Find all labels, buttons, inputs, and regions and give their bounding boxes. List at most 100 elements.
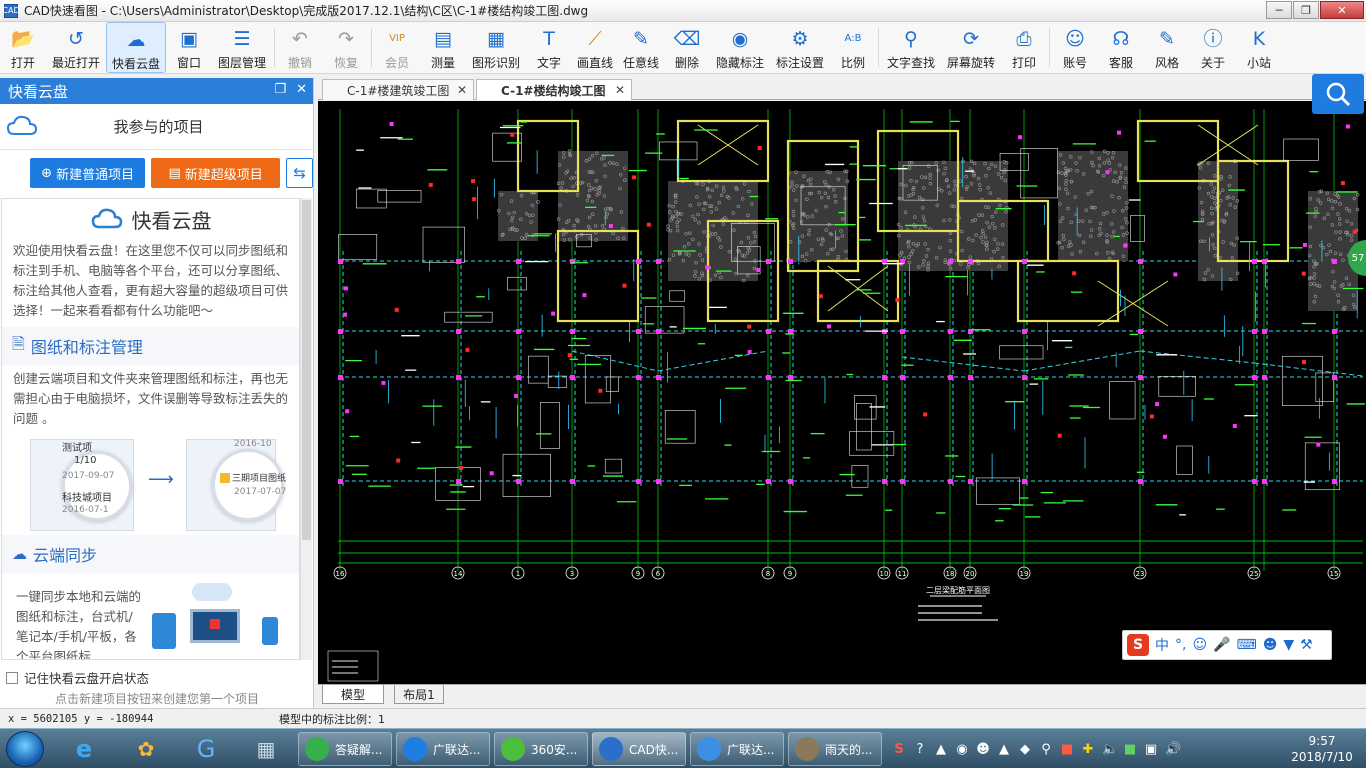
cloud-intro-scroll-area[interactable]: 快看云盘 欢迎使用快看云盘！在这里您不仅可以同步图纸和标注到手机、电脑等各个平台…	[1, 198, 300, 660]
cloud-panel: 快看云盘 ❐ ✕ 我参与的项目 ⊕ 新建普通项目 ▤ 新建超级项目 ⇆ 快看云盘…	[0, 78, 314, 708]
speaker-tray-icon[interactable]: 🔈	[1102, 742, 1118, 757]
search-button[interactable]	[1312, 74, 1364, 114]
toolbar-k-station-button[interactable]: K 小站	[1236, 22, 1282, 73]
toolbar-style-button[interactable]: ✎ 风格	[1144, 22, 1190, 73]
headset-icon: ☊	[1112, 27, 1130, 50]
plan-title: 二层梁配筋平面图	[926, 585, 990, 595]
start-button[interactable]	[6, 731, 44, 767]
emoji-icon[interactable]: ☺	[1192, 637, 1207, 653]
tab-close-icon[interactable]: ✕	[457, 83, 467, 97]
tray-expand-icon[interactable]: ▲	[934, 742, 948, 757]
toolbar-line-button[interactable]: ⟋ 画直线	[572, 22, 618, 73]
calculator-icon[interactable]: ▦	[244, 733, 288, 765]
search-tray-icon[interactable]: ⚲	[1039, 742, 1053, 757]
skin-shirt-icon[interactable]: ▼	[1283, 637, 1294, 653]
tab-structure-drawing[interactable]: C-1#楼结构竣工图 ✕	[476, 79, 632, 100]
panel-close-icon[interactable]: ✕	[296, 82, 307, 97]
sync-icon: ⇆	[293, 164, 306, 182]
toolbar-history-button[interactable]: ↺ 最近打开	[46, 22, 106, 73]
colorful-app-icon[interactable]: ✿	[124, 733, 168, 765]
volume-tray-icon[interactable]: 🔊	[1165, 742, 1181, 757]
grid-node	[1138, 259, 1143, 264]
tab-close-icon[interactable]: ✕	[615, 83, 625, 97]
cad-tray-icon[interactable]: ■	[1060, 742, 1074, 757]
section-cloud-sync: ☁ 云端同步	[2, 535, 299, 573]
task-label: 360安...	[531, 742, 578, 757]
sogou-tray-icon[interactable]: S	[892, 742, 906, 757]
toolbar-undo-button[interactable]: ↶ 撤销	[277, 22, 323, 73]
grid-node	[1138, 329, 1143, 334]
ime-punctuation[interactable]: °,	[1175, 637, 1186, 653]
plus-tray-icon[interactable]: ✚	[1081, 742, 1095, 757]
column-marker	[396, 458, 401, 463]
ie-icon[interactable]: e	[62, 733, 106, 765]
display-tray-icon[interactable]: ▣	[1144, 742, 1158, 757]
new-normal-project-button[interactable]: ⊕ 新建普通项目	[30, 158, 146, 188]
grid-bubble-label: 10	[880, 570, 889, 578]
close-button[interactable]: ✕	[1320, 1, 1364, 19]
toolbar-label: 画直线	[576, 56, 613, 70]
taskbar-task[interactable]: 答疑解...	[298, 732, 392, 766]
new-super-project-button[interactable]: ▤ 新建超级项目	[151, 158, 281, 188]
toolbar-ruler-button[interactable]: ▤ 测量	[420, 22, 466, 73]
toolbar-eye-hide-button[interactable]: ◉ 隐藏标注	[710, 22, 770, 73]
task-app-icon	[305, 737, 329, 761]
ime-language[interactable]: 中	[1155, 635, 1169, 655]
sync-button[interactable]: ⇆	[286, 158, 313, 188]
tab-model[interactable]: 模型	[322, 685, 384, 704]
ime-toolbar[interactable]: S 中 °, ☺ 🎤 ⌨ ☻ ▼ ⚒	[1122, 630, 1332, 660]
toolbar-vip-button[interactable]: VIP 会员	[374, 22, 420, 73]
panel-restore-icon[interactable]: ❐	[274, 82, 286, 97]
cloud-sync-block: 一键同步本地和云端的图纸和标注，台式机/笔记本/手机/平板，各个平台图纸标	[2, 573, 299, 659]
system-tray: S ? ▲ ◉ ☻ ▲ ◆ ⚲ ■ ✚ 🔈 ■ ▣ 🔊	[892, 735, 1272, 763]
toolbar-text-search-button[interactable]: ⚲ 文字查找	[881, 22, 941, 73]
tab-architecture-drawing[interactable]: C-1#楼建筑竣工图 ✕	[322, 79, 474, 100]
taskbar-task[interactable]: 雨天的...	[788, 732, 882, 766]
toolbar-scale-button[interactable]: A:B 比例	[830, 22, 876, 73]
toolbar-annotation-settings-button[interactable]: ⚙ 标注设置	[770, 22, 830, 73]
scrollbar-thumb[interactable]	[302, 200, 311, 540]
toolbar-cloud-button[interactable]: ☁ 快看云盘	[106, 22, 166, 73]
minimize-button[interactable]: ─	[1266, 1, 1292, 19]
toolbar-printer-button[interactable]: ⎙ 打印	[1001, 22, 1047, 73]
maximize-button[interactable]: ❐	[1293, 1, 1319, 19]
microphone-icon[interactable]: 🎤	[1213, 637, 1230, 653]
toolbar-folder-open-button[interactable]: 📂 打开	[0, 22, 46, 73]
toolbar-eraser-button[interactable]: ⌫ 删除	[664, 22, 710, 73]
window-fit-icon: ▣	[180, 27, 198, 50]
taskbar-task[interactable]: 广联达...	[396, 732, 490, 766]
thermometer-tray-icon[interactable]: ▲	[997, 742, 1011, 757]
toolbar-headset-button[interactable]: ☊ 客服	[1098, 22, 1144, 73]
keyboard-icon[interactable]: ⌨	[1237, 637, 1257, 653]
help-tray-icon[interactable]: ?	[913, 742, 927, 757]
taskbar-task[interactable]: 广联达...	[690, 732, 784, 766]
security-tray-icon[interactable]: ■	[1123, 742, 1137, 757]
cad-drawing-canvas[interactable]: 16 14 1 3 9 6 8 9 10 11 18 20 19 23 25 15 二层梁配筋平面图	[318, 101, 1366, 684]
toolbar-text-button[interactable]: T 文字	[526, 22, 572, 73]
taskbar-task[interactable]: CAD快...	[592, 732, 686, 766]
toolbar-redo-button[interactable]: ↷ 恢复	[323, 22, 369, 73]
shield-tray-icon[interactable]: ◆	[1018, 742, 1032, 757]
toolbar-window-fit-button[interactable]: ▣ 窗口	[166, 22, 212, 73]
toolbar-layers-button[interactable]: ☰ 图层管理	[212, 22, 272, 73]
clock[interactable]: 9:57 2018/7/10	[1282, 733, 1362, 765]
grid-node	[900, 479, 905, 484]
user-group-icon[interactable]: ☻	[1263, 637, 1278, 653]
toolbar-pencil-button[interactable]: ✎ 任意线	[618, 22, 664, 73]
network-tray-icon[interactable]: ◉	[955, 742, 969, 757]
column-marker	[923, 412, 928, 417]
qq-tray-icon[interactable]: ☻	[976, 742, 990, 757]
remember-checkbox[interactable]	[6, 671, 18, 684]
panel-scrollbar[interactable]	[300, 198, 312, 660]
remember-panel-state[interactable]: 记住快看云盘开启状态	[6, 668, 149, 687]
taskbar-task[interactable]: 360安...	[494, 732, 588, 766]
toolbar-info-button[interactable]: ⓘ 关于	[1190, 22, 1236, 73]
beam-outline	[856, 403, 872, 451]
tab-layout1[interactable]: 布局1	[394, 685, 444, 704]
toolbar-rotate-screen-button[interactable]: ⟳ 屏幕旋转	[941, 22, 1001, 73]
wrench-icon[interactable]: ⚒	[1300, 637, 1313, 653]
toolbar-shape-recognition-button[interactable]: ▦ 图形识别	[466, 22, 526, 73]
toolbar-user-button[interactable]: ☺ 账号	[1052, 22, 1098, 73]
beam-outline	[664, 410, 696, 444]
guanglianda-pinned-icon[interactable]: G	[184, 733, 228, 765]
